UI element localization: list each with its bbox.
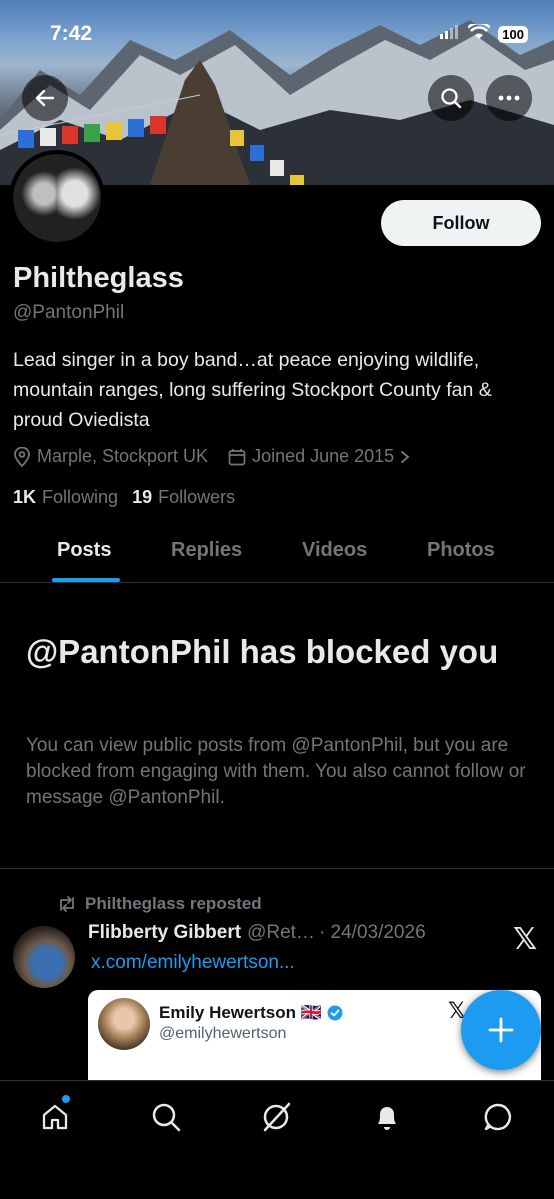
compose-button[interactable] xyxy=(461,990,541,1070)
blocked-title: @PantonPhil has blocked you xyxy=(26,633,499,670)
divider xyxy=(0,868,554,869)
messages-icon xyxy=(484,1103,512,1131)
nav-home[interactable] xyxy=(37,1099,73,1135)
embed-avatar xyxy=(98,998,150,1050)
verified-badge-icon xyxy=(327,1005,343,1021)
followers-count: 19 xyxy=(132,487,153,507)
back-button[interactable] xyxy=(22,75,68,121)
profile-counts: 1K Following 19 Followers xyxy=(13,487,249,508)
battery-indicator: 100 xyxy=(498,26,528,43)
post-author-name[interactable]: Flibberty Gibbert xyxy=(88,922,241,944)
post-header: Flibberty Gibbert @Ret… · 24/03/2026 xyxy=(88,922,426,944)
embed-author-name: Emily Hewertson 🇬🇧 xyxy=(159,1003,343,1023)
calendar-icon xyxy=(228,448,246,465)
blocked-message: You can view public posts from @PantonPh… xyxy=(26,735,526,808)
chevron-right-icon xyxy=(401,450,410,463)
tab-posts[interactable]: Posts xyxy=(57,539,111,562)
nav-notifications[interactable] xyxy=(369,1099,405,1135)
wifi-icon xyxy=(467,21,492,45)
location-pin-icon xyxy=(14,446,30,467)
nav-search[interactable] xyxy=(148,1099,184,1135)
post-date: · 24/03/2026 xyxy=(318,922,426,943)
bottom-navigation xyxy=(0,1080,554,1199)
following-count: 1K xyxy=(13,487,37,507)
plus-icon xyxy=(488,1017,514,1043)
followers-label: Followers xyxy=(158,487,236,507)
profile-bio: Lead singer in a boy band…at peace enjoy… xyxy=(13,349,492,431)
more-options-button[interactable] xyxy=(486,75,532,121)
home-icon xyxy=(42,1104,68,1130)
status-time: 7:42 xyxy=(50,22,93,45)
embed-name-text: Emily Hewertson 🇬🇧 xyxy=(159,1003,322,1022)
location-text: Marple, Stockport UK xyxy=(37,446,209,466)
profile-avatar[interactable] xyxy=(9,150,105,246)
search-icon xyxy=(152,1103,181,1132)
active-tab-indicator xyxy=(52,578,120,582)
signal-icon xyxy=(440,25,460,44)
profile-meta: Marple, Stockport UK Joined June 2015 xyxy=(13,446,430,467)
nav-grok[interactable] xyxy=(258,1099,294,1135)
follow-button[interactable]: Follow xyxy=(381,200,541,246)
followers-link[interactable]: 19 Followers xyxy=(132,487,235,508)
post-link[interactable]: x.com/emilyhewertson... xyxy=(91,952,295,974)
profile-tabs: Posts Replies Videos Photos xyxy=(0,525,554,583)
repost-label: Philtheglass reposted xyxy=(85,894,262,913)
grok-icon xyxy=(263,1102,291,1132)
arrow-left-icon xyxy=(35,89,55,107)
status-indicators: 100 xyxy=(440,21,528,45)
search-icon xyxy=(441,88,462,109)
joined-text: Joined June 2015 xyxy=(252,446,395,466)
repost-indicator[interactable]: Philtheglass reposted xyxy=(57,894,262,914)
notifications-icon xyxy=(378,1107,396,1130)
notification-dot xyxy=(62,1095,70,1103)
profile-handle: @PantonPhil xyxy=(13,302,125,323)
tab-replies[interactable]: Replies xyxy=(171,539,242,562)
nav-messages[interactable] xyxy=(480,1099,516,1135)
x-logo-icon: 𝕏 xyxy=(513,923,538,956)
more-icon xyxy=(498,95,520,101)
avatar-image xyxy=(13,154,101,242)
profile-location: Marple, Stockport UK xyxy=(13,446,208,467)
tab-videos[interactable]: Videos xyxy=(302,539,367,562)
following-label: Following xyxy=(42,487,119,507)
search-button[interactable] xyxy=(428,75,474,121)
tab-photos[interactable]: Photos xyxy=(427,539,495,562)
following-link[interactable]: 1K Following xyxy=(13,487,118,508)
profile-joined[interactable]: Joined June 2015 xyxy=(228,446,410,467)
profile-display-name: Philtheglass xyxy=(13,262,184,294)
post-author-avatar[interactable] xyxy=(13,926,75,988)
embed-author-handle: @emilyhewertson xyxy=(159,1025,287,1042)
repost-icon xyxy=(60,896,74,912)
post-author-handle[interactable]: @Ret… xyxy=(247,922,315,944)
